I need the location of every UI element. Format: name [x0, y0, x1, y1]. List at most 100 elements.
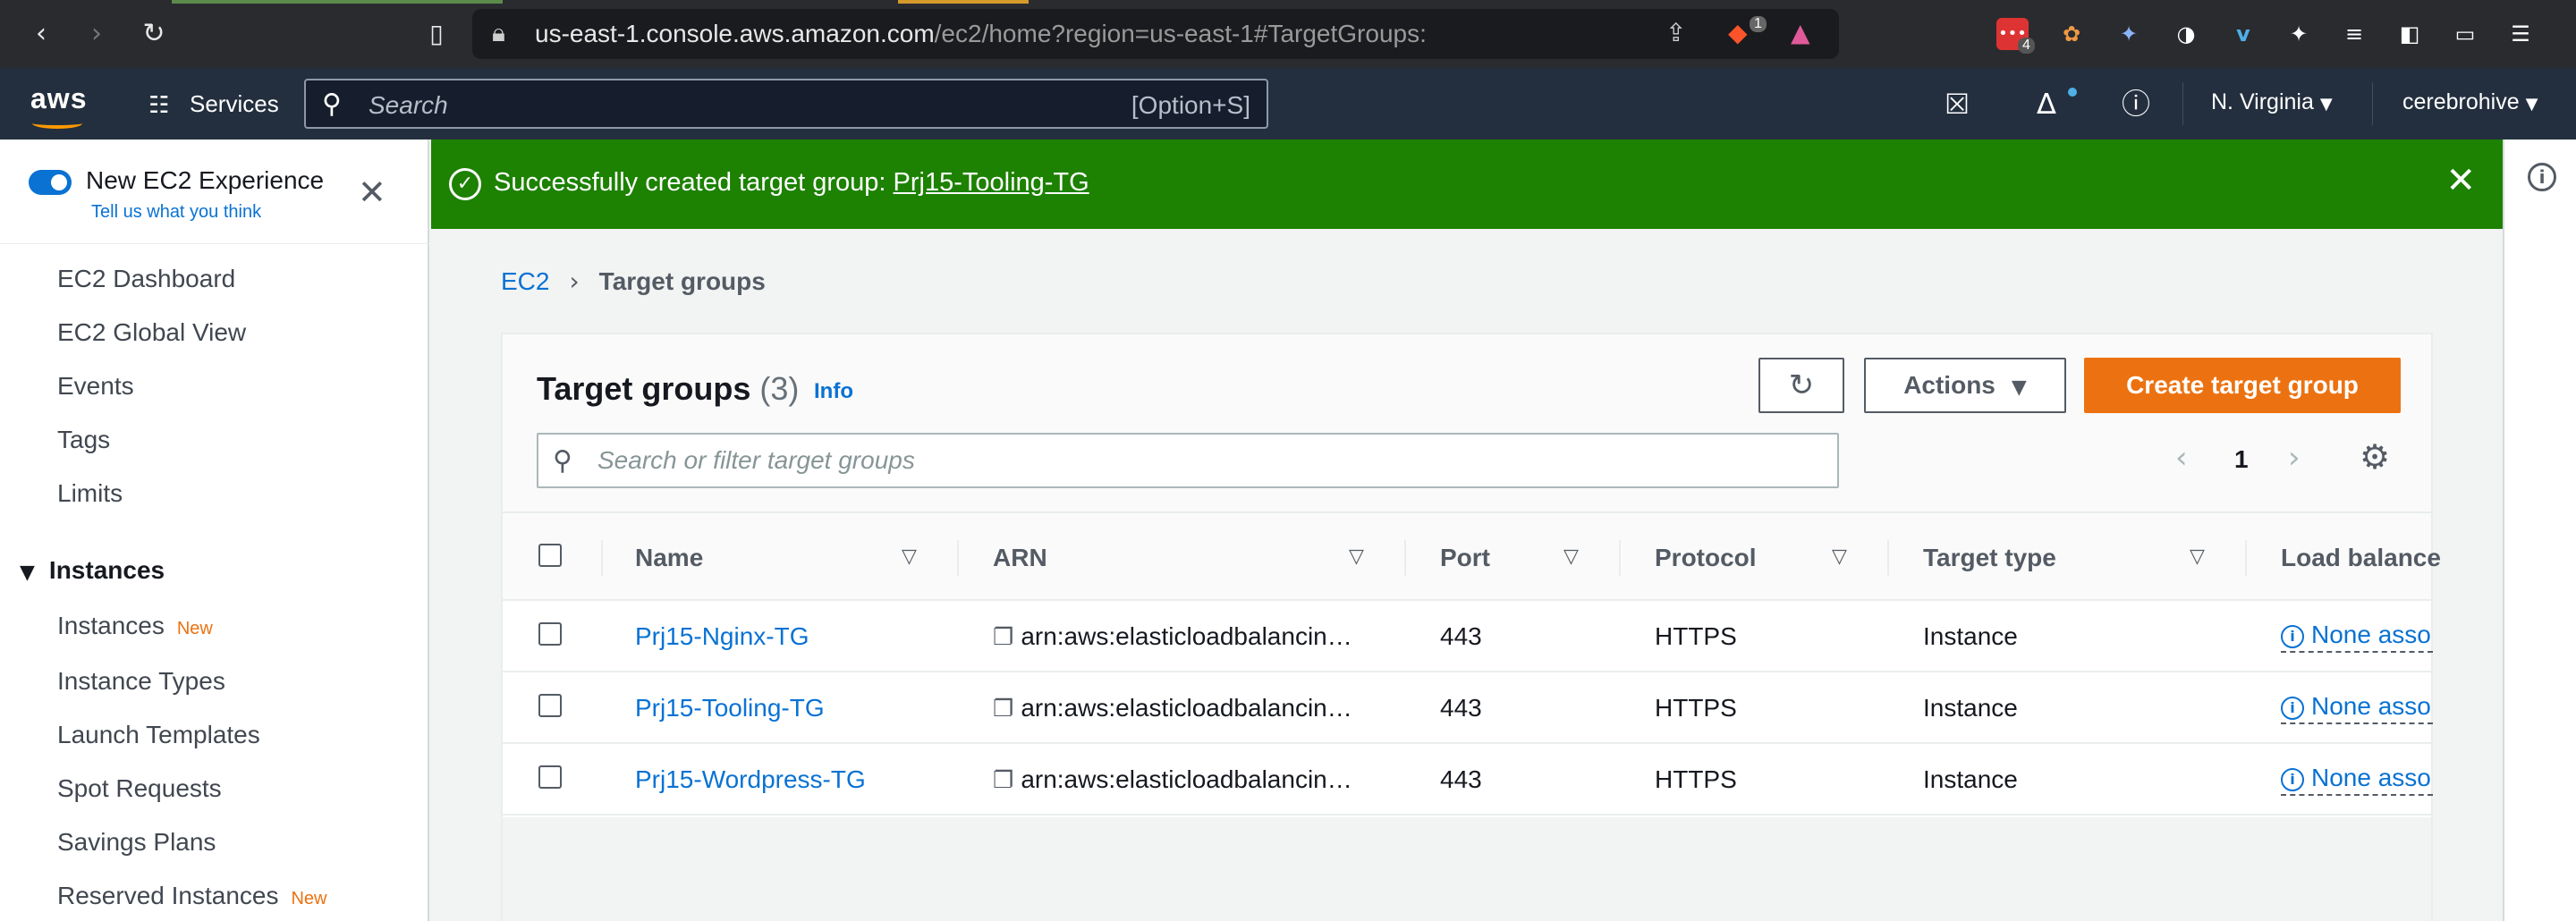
wallet-icon[interactable]: ▭ [2449, 18, 2481, 50]
table-row[interactable]: Prj15-Tooling-TG ❐ arn:aws:elasticloadbal… [503, 672, 2433, 744]
flash-target-group-link[interactable]: Prj15-Tooling-TG [894, 168, 1089, 197]
column-header-target-type[interactable]: Target type [1923, 544, 2056, 572]
region-selector[interactable]: N. Virginia ▼ [2211, 89, 2333, 115]
sidebar-item-launch-templates[interactable]: Launch Templates [57, 721, 260, 749]
extension-icon[interactable]: ✦ [2113, 18, 2145, 50]
sort-icon[interactable]: ▽ [1563, 545, 1579, 568]
sidebar-item-limits[interactable]: Limits [57, 479, 123, 508]
forward-icon[interactable]: › [80, 18, 113, 50]
reload-icon[interactable]: ↻ [138, 18, 170, 50]
puzzle-icon[interactable]: ✦ [2283, 18, 2315, 50]
address-bar[interactable]: 🔒︎ us-east-1.console.aws.amazon.com/ec2/… [472, 9, 1839, 59]
aws-logo-smile [32, 118, 82, 129]
sort-icon[interactable]: ▽ [902, 545, 917, 568]
search-placeholder: Search [369, 91, 448, 119]
caret-down-icon: ▼ [2319, 95, 2333, 114]
breadcrumb-current: Target groups [598, 267, 766, 295]
column-divider [1619, 540, 1621, 576]
help-icon[interactable]: ⓘ [2118, 86, 2154, 122]
sidebar-item-savings-plans[interactable]: Savings Plans [57, 828, 216, 857]
row-checkbox[interactable] [538, 694, 562, 717]
cloudshell-icon[interactable]: ⮽ [1939, 86, 1975, 122]
target-group-name-link[interactable]: Prj15-Tooling-TG [635, 694, 825, 722]
share-icon[interactable]: ⇪ [1665, 18, 1686, 47]
column-divider [957, 540, 959, 576]
target-group-name-link[interactable]: Prj15-Wordpress-TG [635, 765, 866, 794]
load-balancer-cell[interactable]: i None asso [2281, 692, 2433, 724]
sidebar-item-reserved-instances[interactable]: Reserved Instances New [57, 882, 326, 910]
sidebar-item-instances[interactable]: Instances New [57, 612, 213, 640]
sidebar-item-instance-types[interactable]: Instance Types [57, 667, 225, 696]
sidebar-item-label: Instances [57, 612, 165, 639]
brave-rewards-icon[interactable]: ▲ [1791, 18, 1810, 47]
table-row[interactable]: Prj15-Nginx-TG ❐ arn:aws:elasticloadbalan… [503, 601, 2433, 672]
close-icon[interactable]: ✕ [2445, 163, 2476, 199]
notifications-icon[interactable]: ∆ [2029, 86, 2064, 122]
color-picker-icon[interactable]: ✿ [2055, 18, 2088, 50]
column-header-port[interactable]: Port [1440, 544, 1490, 572]
sort-icon[interactable]: ▽ [2190, 545, 2205, 568]
column-divider [601, 540, 603, 576]
extension-icon[interactable]: ◑ [2170, 18, 2202, 50]
sidebar-item-ec2-global-view[interactable]: EC2 Global View [57, 318, 246, 347]
sidebar-item-events[interactable]: Events [57, 372, 134, 401]
search-icon: ⚲ [553, 445, 572, 477]
sidebar-item-ec2-dashboard[interactable]: EC2 Dashboard [57, 265, 235, 293]
extension-badge: 4 [2018, 38, 2035, 54]
info-icon[interactable]: i [2528, 163, 2556, 191]
close-icon[interactable]: ✕ [358, 175, 386, 209]
row-checkbox[interactable] [538, 765, 562, 789]
previous-page-icon[interactable]: ‹ [2175, 440, 2188, 476]
services-button[interactable]: ☷ Services [148, 86, 279, 122]
bookmark-icon[interactable]: ▯ [420, 18, 453, 50]
new-badge: New [291, 889, 327, 908]
load-balancer-cell[interactable]: i None asso [2281, 621, 2433, 653]
select-all-checkbox[interactable] [538, 544, 562, 567]
next-page-icon[interactable]: › [2288, 440, 2301, 476]
sidebar-item-label: Reserved Instances [57, 882, 279, 909]
sort-icon[interactable]: ▽ [1832, 545, 1847, 568]
column-header-protocol[interactable]: Protocol [1655, 544, 1757, 572]
copy-icon[interactable]: ❐ [993, 624, 1013, 651]
column-header-arn[interactable]: ARN [993, 544, 1047, 572]
feedback-link[interactable]: Tell us what you think [91, 202, 261, 223]
new-experience-toggle[interactable] [29, 170, 72, 195]
sidebar-icon[interactable]: ◧ [2394, 18, 2426, 50]
brave-shields-icon[interactable]: ◆ [1728, 18, 1748, 47]
playlist-icon[interactable]: ≡ [2338, 18, 2370, 50]
load-balancer-cell[interactable]: i None asso [2281, 764, 2433, 796]
breadcrumb-ec2-link[interactable]: EC2 [501, 267, 549, 295]
filter-input[interactable] [597, 444, 1814, 477]
refresh-button[interactable]: ↻ [1758, 358, 1844, 413]
flash-message-text: Successfully created target group: [494, 168, 894, 197]
column-header-load-balancer[interactable]: Load balance [2281, 544, 2441, 572]
copy-icon[interactable]: ❐ [993, 767, 1013, 794]
target-group-name-link[interactable]: Prj15-Nginx-TG [635, 622, 809, 651]
console-search[interactable]: ⚲ Search [Option+S] [304, 79, 1268, 129]
table-row[interactable]: Prj15-Wordpress-TG ❐ arn:aws:elasticloadb… [503, 744, 2433, 815]
page-number[interactable]: 1 [2234, 445, 2249, 474]
aws-console-header: aws ☷ Services ⚲ Search [Option+S] [0, 68, 2576, 139]
info-link[interactable]: Info [814, 379, 853, 404]
actions-button[interactable]: Actions ▼ [1864, 358, 2066, 413]
vimeo-icon[interactable]: v [2227, 18, 2259, 50]
port-cell: 443 [1440, 765, 1482, 793]
column-header-name[interactable]: Name [635, 544, 703, 572]
help-panel-rail: i [2503, 139, 2576, 921]
table-header-row: Name ▽ ARN ▽ Port ▽ Protocol ▽ Target ty… [503, 513, 2441, 601]
arn-cell: ❐ arn:aws:elasticloadbalancin… [993, 622, 1352, 651]
breadcrumb: EC2 › Target groups [501, 266, 766, 296]
sidebar-item-spot-requests[interactable]: Spot Requests [57, 774, 222, 803]
sidebar-section-instances[interactable]: ▼ Instances [20, 556, 165, 585]
aws-logo[interactable]: aws [30, 82, 87, 115]
create-target-group-button[interactable]: Create target group [2084, 358, 2401, 413]
menu-icon[interactable]: ☰ [2504, 18, 2537, 50]
sort-icon[interactable]: ▽ [1349, 545, 1364, 568]
gear-icon[interactable]: ⚙ [2360, 440, 2390, 474]
back-icon[interactable]: ‹ [25, 18, 57, 50]
copy-icon[interactable]: ❐ [993, 696, 1013, 722]
row-checkbox[interactable] [538, 622, 562, 646]
account-menu[interactable]: cerebrohive ▼ [2402, 89, 2538, 115]
sidebar-item-tags[interactable]: Tags [57, 426, 110, 454]
column-divider [1404, 540, 1406, 576]
